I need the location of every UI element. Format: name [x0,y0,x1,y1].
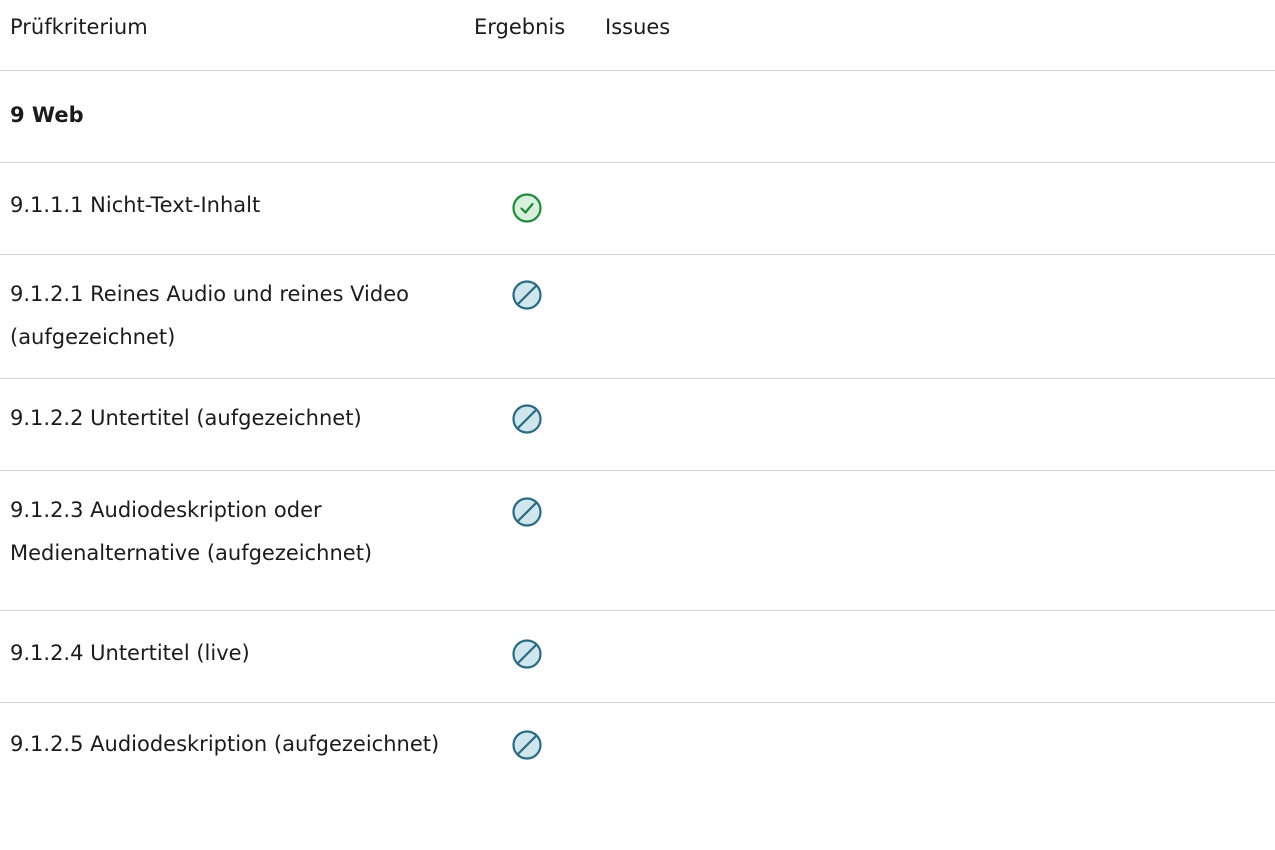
column-header-issues: Issues [605,15,671,39]
not-applicable-icon [512,404,542,434]
section-title: 9 Web [10,103,84,127]
table-row: 9.1.2.3 Audiodeskription oder Medienalte… [0,471,1275,611]
column-header-ergebnis: Ergebnis [474,15,566,39]
check-circle-icon [512,193,542,223]
criterion-label: 9.1.2.3 Audiodeskription oder Medienalte… [10,498,373,565]
not-applicable-icon [512,639,542,669]
column-header-kriterium: Prüfkriterium [10,15,148,39]
not-applicable-icon [512,280,542,310]
table-row: 9.1.2.1 Reines Audio und reines Video (a… [0,255,1275,379]
not-applicable-icon [512,730,542,760]
table-row: 9.1.1.1 Nicht-Text-Inhalt [0,163,1275,255]
results-table: Prüfkriterium Ergebnis Issues 9 Web 9.1.… [0,0,1275,837]
table-row: 9.1.2.5 Audiodeskription (aufgezeichnet) [0,703,1275,837]
table-row: 9.1.2.4 Untertitel (live) [0,611,1275,703]
not-applicable-icon [512,497,542,527]
table-row: 9.1.2.2 Untertitel (aufgezeichnet) [0,379,1275,471]
table-header-row: Prüfkriterium Ergebnis Issues [0,0,1275,71]
criterion-label: 9.1.2.2 Untertitel (aufgezeichnet) [10,406,362,430]
criterion-label: 9.1.2.5 Audiodeskription (aufgezeichnet) [10,732,440,756]
criterion-label: 9.1.2.4 Untertitel (live) [10,641,250,665]
criterion-label: 9.1.2.1 Reines Audio und reines Video (a… [10,282,409,349]
section-row-web: 9 Web [0,71,1275,163]
criterion-label: 9.1.1.1 Nicht-Text-Inhalt [10,193,261,217]
